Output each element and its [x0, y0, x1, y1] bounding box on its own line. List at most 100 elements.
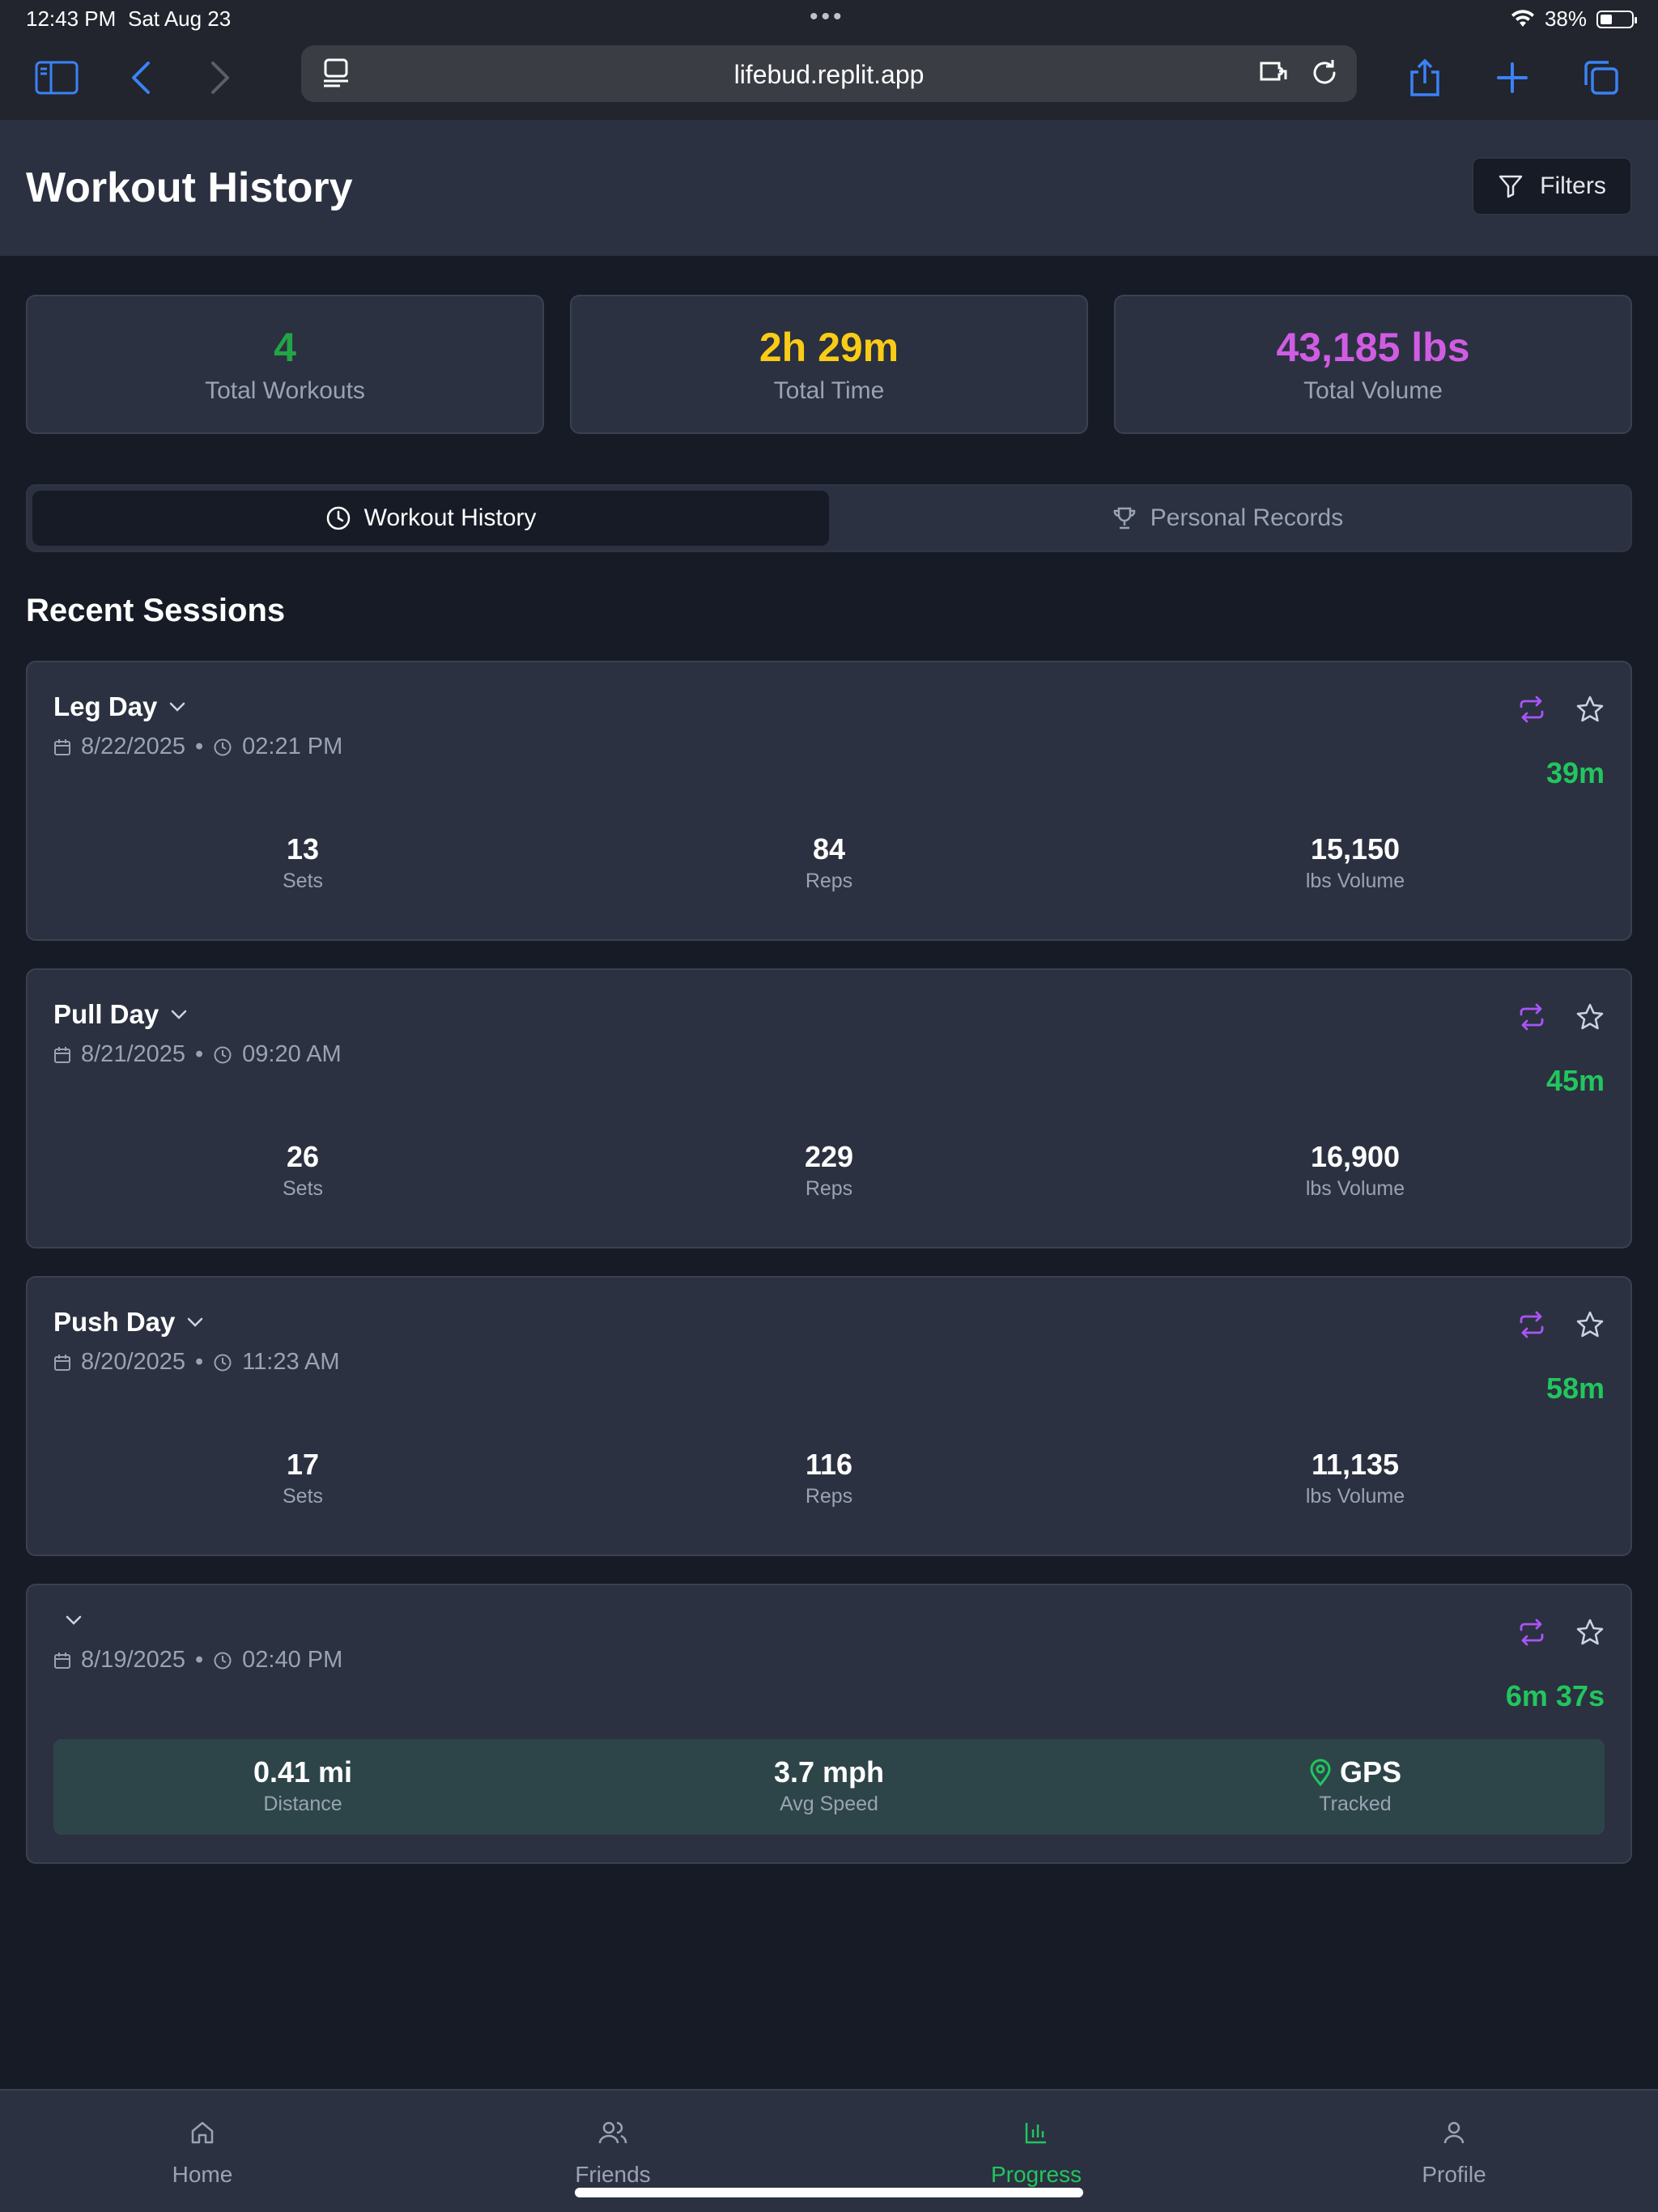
- extensions-icon[interactable]: [1258, 57, 1292, 93]
- nav-item-profile[interactable]: Profile: [1333, 2113, 1575, 2188]
- stat-sets: 26 Sets: [141, 1140, 465, 1201]
- chevron-down-icon[interactable]: [168, 701, 186, 713]
- chevron-down-icon[interactable]: [186, 1317, 204, 1328]
- clock-icon: [214, 1046, 232, 1063]
- session-name: Push Day: [53, 1307, 176, 1337]
- stat-number: 3.7 mph: [773, 1755, 885, 1789]
- filter-icon: [1499, 175, 1523, 198]
- tab-workout-history[interactable]: Workout History: [32, 491, 829, 546]
- calendar-icon: [54, 1652, 70, 1669]
- home-indicator[interactable]: [575, 2188, 1083, 2197]
- clock-icon: [214, 738, 232, 755]
- status-time: 12:43 PM: [26, 6, 117, 31]
- session-actions: [1517, 1618, 1605, 1647]
- stat-label: Sets: [282, 1485, 324, 1508]
- session-title[interactable]: Push Day: [53, 1307, 204, 1338]
- user-icon: [1443, 2121, 1465, 2144]
- status-bar: 12:43 PM Sat Aug 23 ••• 38%: [0, 0, 1658, 39]
- chevron-down-icon[interactable]: [65, 1614, 83, 1626]
- stat-number: 16,900: [1310, 1140, 1401, 1173]
- session-name: Pull Day: [53, 999, 159, 1029]
- session-stats: 17 Sets 116 Reps 11,135 lbs Volume: [28, 1448, 1630, 1521]
- stat-label: Reps: [805, 1177, 853, 1200]
- share-icon[interactable]: [1399, 52, 1451, 104]
- reload-icon[interactable]: [1308, 57, 1341, 93]
- session-actions: [1517, 1002, 1605, 1032]
- stat-card-total-time: 2h 29m Total Time: [570, 295, 1088, 434]
- session-title[interactable]: Pull Day: [53, 999, 188, 1030]
- stat-volume: 15,150 lbs Volume: [1193, 832, 1517, 893]
- stat-number: 116: [805, 1448, 853, 1481]
- session-actions: [1517, 1310, 1605, 1339]
- stat-volume: 16,900 lbs Volume: [1193, 1140, 1517, 1201]
- session-date: 8/20/2025: [81, 1349, 186, 1375]
- tabs-overview-icon[interactable]: [1575, 52, 1627, 104]
- status-right: 38%: [1511, 6, 1637, 32]
- stat-label: Total Time: [773, 377, 885, 404]
- clock-icon: [214, 1354, 232, 1371]
- trophy-icon: [1113, 507, 1136, 530]
- gps-stats-box: 0.41 mi Distance 3.7 mph Avg Speed GPS T…: [53, 1739, 1605, 1835]
- repeat-icon[interactable]: [1517, 695, 1546, 724]
- session-time: 02:21 PM: [242, 734, 343, 759]
- session-card[interactable]: Pull Day 8/21/2025 • 09:20 AM 45m 26 Set…: [26, 968, 1632, 1249]
- session-duration: 58m: [1545, 1372, 1605, 1405]
- session-title[interactable]: [53, 1614, 83, 1626]
- stat-value: 2h 29m: [759, 325, 899, 370]
- url-text: lifebud.replit.app: [733, 60, 925, 89]
- stat-number: 11,135: [1311, 1448, 1400, 1481]
- battery-icon: [1596, 10, 1637, 28]
- stat-number: 229: [804, 1140, 854, 1173]
- stat-value: 43,185 lbs: [1276, 325, 1470, 370]
- stat-label: Sets: [282, 1177, 324, 1200]
- map-pin-icon: [1310, 1759, 1331, 1786]
- nav-label: Progress: [990, 2162, 1082, 2187]
- session-card[interactable]: 8/19/2025 • 02:40 PM 6m 37s 0.41 mi Dist…: [26, 1584, 1632, 1864]
- filters-button[interactable]: Filters: [1472, 157, 1632, 215]
- star-icon[interactable]: [1575, 1002, 1605, 1032]
- session-meta: 8/20/2025 • 11:23 AM: [53, 1349, 340, 1376]
- nav-item-friends[interactable]: Friends: [491, 2113, 734, 2188]
- session-meta: 8/21/2025 • 09:20 AM: [53, 1041, 342, 1068]
- stat-label: Total Workouts: [205, 377, 365, 404]
- repeat-icon[interactable]: [1517, 1002, 1546, 1032]
- star-icon[interactable]: [1575, 695, 1605, 724]
- session-card[interactable]: Leg Day 8/22/2025 • 02:21 PM 39m 13 Sets…: [26, 661, 1632, 941]
- calendar-icon: [54, 1354, 70, 1371]
- meta-separator: •: [195, 1647, 204, 1673]
- stat-number: 26: [286, 1140, 320, 1173]
- nav-label: Profile: [1422, 2162, 1486, 2187]
- chevron-down-icon[interactable]: [170, 1009, 188, 1020]
- star-icon[interactable]: [1575, 1618, 1605, 1647]
- users-icon: [598, 2121, 627, 2144]
- bar-chart-icon: [1025, 2123, 1046, 2144]
- session-card[interactable]: Push Day 8/20/2025 • 11:23 AM 58m 17 Set…: [26, 1276, 1632, 1556]
- repeat-icon[interactable]: [1517, 1310, 1546, 1339]
- stat-card-total-workouts: 4 Total Workouts: [26, 295, 544, 434]
- address-bar[interactable]: lifebud.replit.app: [301, 45, 1357, 102]
- tab-personal-records[interactable]: Personal Records: [829, 491, 1626, 546]
- multitasking-dots-icon[interactable]: •••: [810, 3, 845, 31]
- stat-label: Reps: [805, 1485, 853, 1508]
- session-title[interactable]: Leg Day: [53, 691, 186, 722]
- nav-item-progress[interactable]: Progress: [915, 2113, 1158, 2188]
- stat-value: 4: [274, 325, 296, 370]
- tab-label: Workout History: [363, 504, 537, 531]
- meta-separator: •: [195, 734, 204, 759]
- session-date: 8/22/2025: [81, 734, 186, 759]
- repeat-icon[interactable]: [1517, 1618, 1546, 1647]
- meta-separator: •: [195, 1041, 204, 1067]
- stat-avg-speed: 3.7 mph Avg Speed: [667, 1755, 991, 1816]
- nav-item-home[interactable]: Home: [81, 2113, 324, 2188]
- home-icon: [191, 2121, 214, 2144]
- section-title-recent-sessions: Recent Sessions: [26, 593, 286, 628]
- forward-icon[interactable]: [194, 52, 246, 104]
- back-icon[interactable]: [115, 52, 167, 104]
- sidebar-icon[interactable]: [31, 52, 83, 104]
- meta-separator: •: [195, 1349, 204, 1375]
- session-time: 09:20 AM: [242, 1041, 342, 1067]
- wifi-icon: [1511, 9, 1534, 27]
- new-tab-icon[interactable]: [1486, 52, 1538, 104]
- stat-label: Total Volume: [1303, 377, 1443, 404]
- star-icon[interactable]: [1575, 1310, 1605, 1339]
